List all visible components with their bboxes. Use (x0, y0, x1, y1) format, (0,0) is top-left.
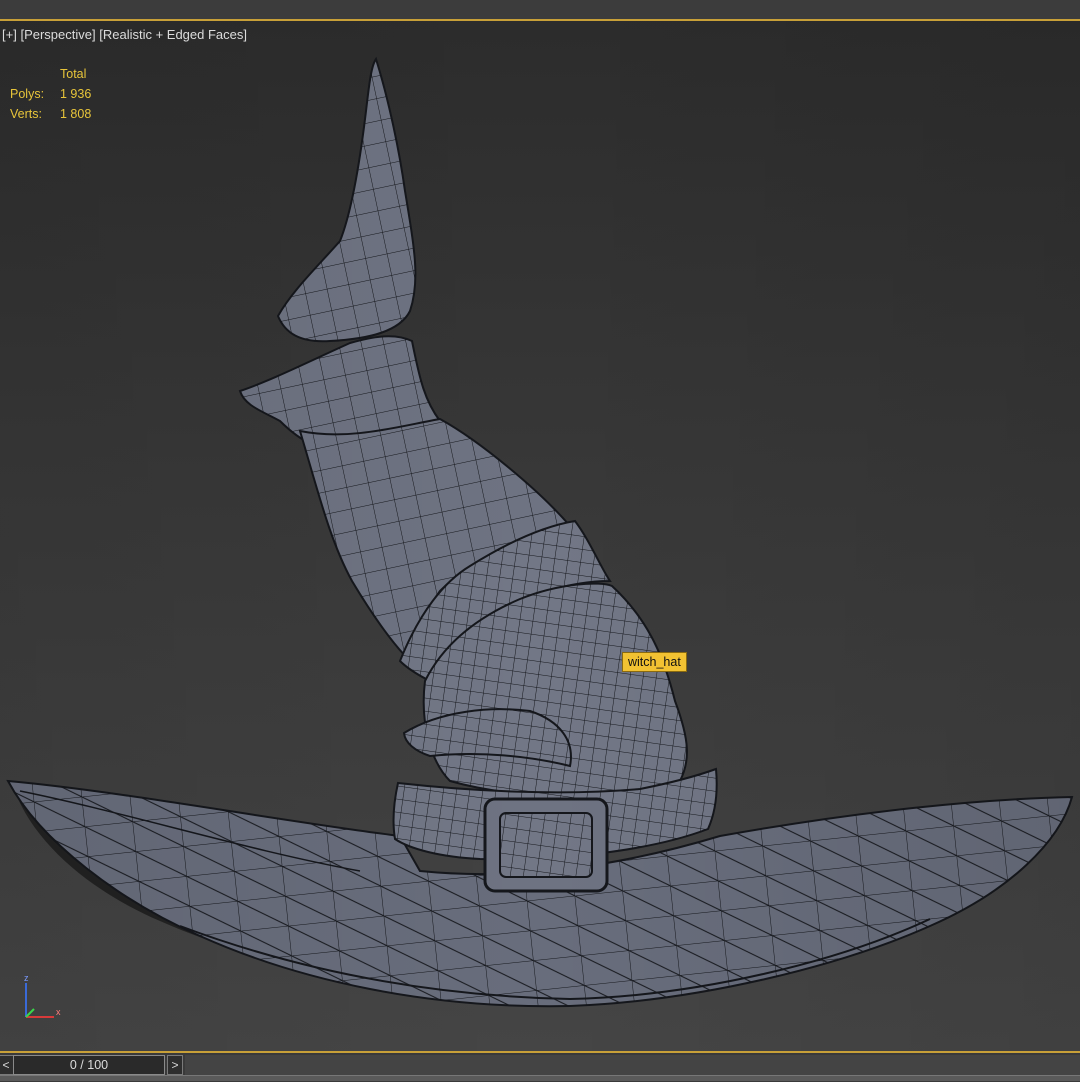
stats-header: Total (60, 67, 87, 81)
timeline-ruler[interactable] (0, 1075, 1080, 1081)
hat-tip (276, 56, 417, 343)
timeline-next-button[interactable]: > (167, 1055, 183, 1075)
witch-hat-mesh[interactable] (0, 21, 1080, 1051)
axis-x-label: x (56, 1007, 61, 1017)
stats-verts-row: Verts: 1 808 (10, 104, 91, 124)
viewport-shading-menu[interactable]: [Realistic + Edged Faces] (99, 27, 247, 42)
timeline-track[interactable] (185, 1055, 1080, 1075)
object-name-tooltip: witch_hat (622, 652, 687, 672)
viewport-label: [+] [Perspective] [Realistic + Edged Fac… (2, 27, 247, 42)
viewport-top-toolbar (0, 0, 1080, 21)
stats-polys-row: Polys: 1 936 (10, 84, 91, 104)
polys-label: Polys: (10, 87, 45, 101)
scene-statistics: Total Polys: 1 936 Verts: 1 808 (10, 64, 91, 124)
timeline-frame-slider[interactable]: 0 / 100 (13, 1055, 165, 1075)
axis-z-label: z (24, 973, 29, 983)
axis-gizmo-icon: z x (24, 973, 61, 1018)
polys-value: 1 936 (60, 87, 92, 101)
perspective-viewport[interactable]: [+] [Perspective] [Realistic + Edged Fac… (0, 21, 1080, 1051)
timeline-prev-button[interactable]: < (0, 1055, 14, 1075)
viewport-menu-plus[interactable]: [+] (2, 27, 17, 42)
viewport-view-menu[interactable]: [Perspective] (20, 27, 95, 42)
verts-label: Verts: (10, 107, 42, 121)
verts-value: 1 808 (60, 107, 92, 121)
